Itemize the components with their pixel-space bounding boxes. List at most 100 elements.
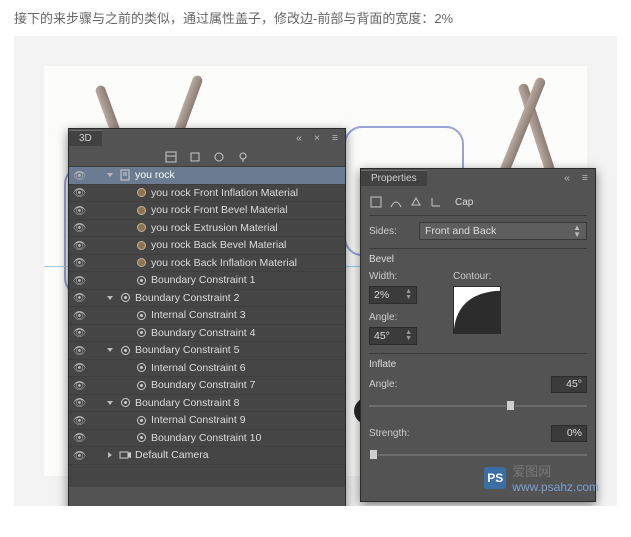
inflate-section-title: Inflate [369, 353, 587, 370]
tree-row-label: you rock Back Bevel Material [151, 239, 286, 251]
duplicate-icon[interactable]: ⧉ [303, 503, 317, 506]
render-icon[interactable]: ▣ [97, 503, 111, 506]
visibility-icon[interactable]: 👁 [73, 291, 85, 304]
tree-row[interactable]: 👁 Boundary Constraint 4 [69, 325, 345, 343]
disclosure-icon[interactable] [105, 347, 115, 353]
filter-scene-icon[interactable] [164, 150, 178, 164]
tree-row[interactable]: 👁you rock Front Inflation Material [69, 185, 345, 203]
visibility-icon[interactable]: 👁 [73, 169, 85, 182]
filter-materials-icon[interactable] [212, 150, 226, 164]
mat-icon [135, 239, 147, 251]
panel-menu-icon[interactable]: ≡ [329, 132, 341, 144]
tree-row[interactable]: 👁Default Camera [69, 447, 345, 465]
disclosure-icon[interactable] [105, 400, 115, 406]
camera-icon[interactable] [75, 503, 89, 506]
contour-picker[interactable] [453, 286, 501, 334]
tree-row-label: you rock Back Inflation Material [151, 257, 297, 269]
target-icon [135, 379, 147, 391]
tree-row-label: you rock Extrusion Material [151, 222, 278, 234]
tree-row-label: Boundary Constraint 5 [135, 344, 239, 356]
sides-value: Front and Back [425, 225, 496, 237]
tree-row[interactable]: 👁Internal Constraint 6 [69, 360, 345, 378]
visibility-icon[interactable]: 👁 [73, 186, 85, 199]
target-icon [119, 397, 131, 409]
visibility-icon[interactable]: 👁 [73, 274, 85, 287]
caption-text: 接下的来步骤与之前的类似，通过属性盖子，修改边-前部与背面的宽度：2% [0, 0, 631, 35]
panel-properties-header[interactable]: Properties « ≡ [361, 169, 595, 187]
visibility-icon[interactable]: 👁 [73, 204, 85, 217]
tree-row[interactable]: 👁 Boundary Constraint 5 [69, 342, 345, 360]
close-icon[interactable]: × [311, 132, 323, 144]
tree-row[interactable]: 👁 Boundary Constraint 10 [69, 430, 345, 448]
filter-lights-icon[interactable] [236, 150, 250, 164]
bevel-angle-value: 45° [374, 330, 390, 342]
panel-3d-header[interactable]: 3D « × ≡ [69, 129, 345, 147]
inflate-angle-value[interactable]: 45° [551, 376, 587, 393]
panel-menu-icon[interactable]: ≡ [579, 172, 591, 184]
sides-select[interactable]: Front and Back ▲▼ [419, 222, 587, 240]
bevel-angle-input[interactable]: 45° ▲▼ [369, 327, 417, 345]
cap-mode-icon[interactable] [409, 195, 423, 209]
tree-row-label: Boundary Constraint 4 [151, 327, 255, 339]
updown-icon: ▲▼ [573, 224, 581, 238]
light-add-icon[interactable]: ✦ [237, 503, 251, 506]
updown-icon: ▲▼ [405, 330, 412, 342]
tree-row[interactable]: 👁Internal Constraint 3 [69, 307, 345, 325]
trash-icon[interactable] [325, 503, 339, 506]
tree-row-label: Boundary Constraint 7 [151, 379, 255, 391]
inflate-angle-label: Angle: [369, 379, 413, 390]
visibility-icon[interactable]: 👁 [73, 449, 85, 462]
bevel-width-label: Width: [369, 271, 413, 282]
collapse-icon[interactable]: « [561, 172, 573, 184]
tree-row[interactable]: 👁 you rock Back Bevel Material [69, 237, 345, 255]
watermark-logo: PS [484, 467, 506, 489]
tree-row-label: Boundary Constraint 10 [151, 432, 261, 444]
visibility-icon[interactable]: 👁 [73, 221, 85, 234]
mesh-mode-icon[interactable] [369, 195, 383, 209]
tree-row[interactable]: 👁 you rock Back Inflation Material [69, 255, 345, 273]
tree-row[interactable]: 👁you rock [69, 167, 345, 185]
visibility-icon[interactable]: 👁 [73, 379, 85, 392]
coords-mode-icon[interactable] [429, 195, 443, 209]
disclosure-icon[interactable] [105, 172, 115, 178]
grid-icon[interactable]: ▦ [259, 503, 273, 506]
visibility-icon[interactable]: 👁 [73, 344, 85, 357]
tree-row[interactable]: 👁Boundary Constraint 2 [69, 290, 345, 308]
tree-row[interactable]: 👁you rock Front Bevel Material [69, 202, 345, 220]
new-icon[interactable]: ▭ [281, 503, 295, 506]
mat-icon [135, 257, 147, 269]
target-icon [135, 362, 147, 374]
visibility-icon[interactable]: 👁 [73, 396, 85, 409]
deform-mode-icon[interactable] [389, 195, 403, 209]
bevel-section-title: Bevel [369, 248, 587, 265]
inflate-strength-value[interactable]: 0% [551, 425, 587, 442]
target-icon [135, 309, 147, 321]
visibility-icon[interactable]: 👁 [73, 239, 85, 252]
inflate-strength-slider[interactable] [369, 448, 587, 462]
bevel-width-input[interactable]: 2% ▲▼ [369, 286, 417, 304]
tree-row-label: Boundary Constraint 8 [135, 397, 239, 409]
visibility-icon[interactable]: 👁 [73, 431, 85, 444]
visibility-icon[interactable]: 👁 [73, 361, 85, 374]
properties-mode-row: Cap [369, 193, 587, 216]
tree-row[interactable]: 👁 Boundary Constraint 7 [69, 377, 345, 395]
target-icon [135, 432, 147, 444]
panel-3d: 3D « × ≡ 👁you rock👁you rock Front Inflat… [68, 128, 346, 506]
disclosure-icon[interactable] [105, 452, 115, 458]
filter-mesh-icon[interactable] [188, 150, 202, 164]
scene-tree[interactable]: 👁you rock👁you rock Front Inflation Mater… [69, 167, 345, 487]
tab-properties[interactable]: Properties [361, 170, 427, 186]
tree-row[interactable]: 👁 you rock Extrusion Material [69, 220, 345, 238]
visibility-icon[interactable]: 👁 [73, 256, 85, 269]
collapse-icon[interactable]: « [293, 132, 305, 144]
tab-3d[interactable]: 3D [69, 130, 102, 146]
visibility-icon[interactable]: 👁 [73, 414, 85, 427]
tree-row[interactable]: 👁Boundary Constraint 1 [69, 272, 345, 290]
inflate-angle-slider[interactable] [369, 399, 587, 413]
visibility-icon[interactable]: 👁 [73, 309, 85, 322]
disclosure-icon[interactable] [105, 295, 115, 301]
visibility-icon[interactable]: 👁 [73, 326, 85, 339]
contour-label: Contour: [453, 271, 501, 282]
tree-row[interactable]: 👁Internal Constraint 9 [69, 412, 345, 430]
tree-row[interactable]: 👁 Boundary Constraint 8 [69, 395, 345, 413]
